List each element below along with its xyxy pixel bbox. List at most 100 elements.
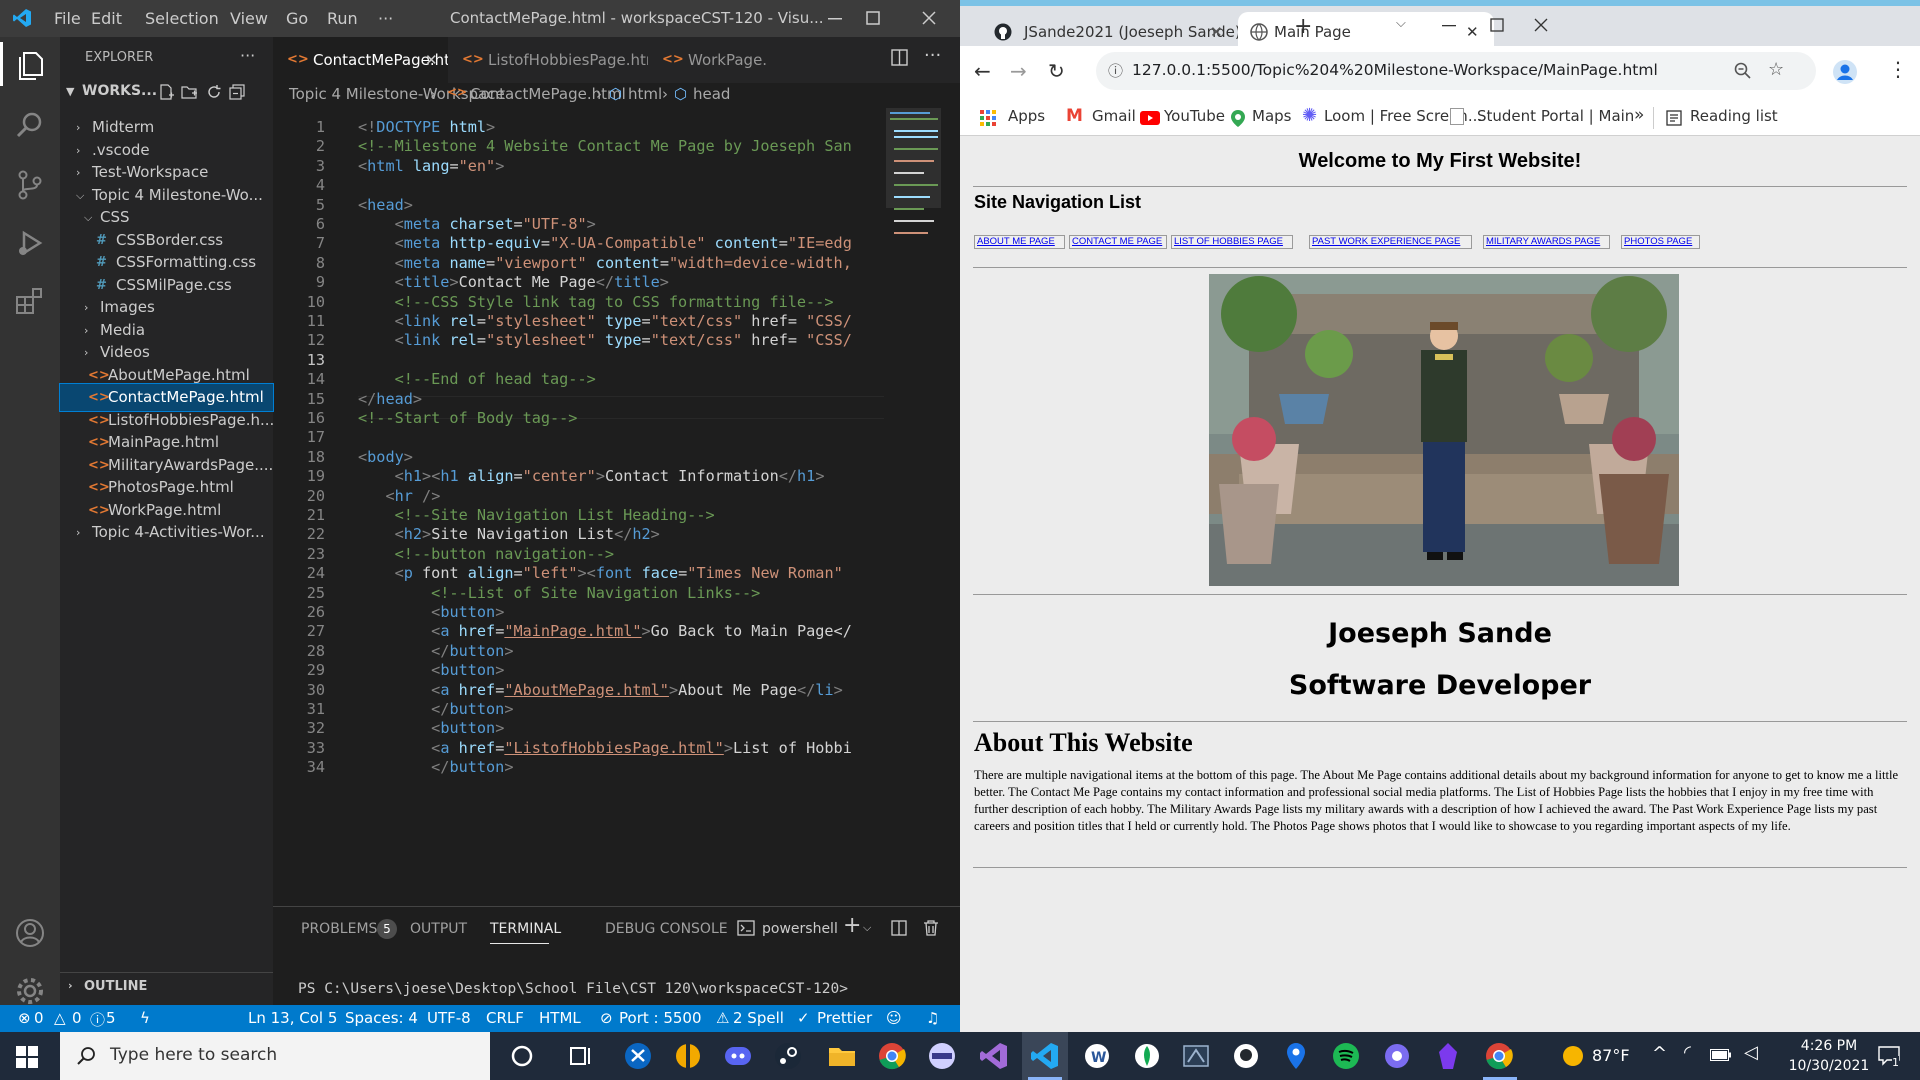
split-editor-icon[interactable] xyxy=(891,49,909,67)
back-icon[interactable]: ← xyxy=(974,59,991,83)
feedback-icon[interactable]: ☺ xyxy=(886,1009,902,1027)
tab-listofhobbiespage[interactable]: <> ListofHobbiesPage.html xyxy=(448,37,648,83)
breadcrumb-html[interactable]: html xyxy=(628,85,662,103)
maps-icon[interactable] xyxy=(1280,1040,1312,1072)
visual-studio-icon[interactable] xyxy=(978,1040,1010,1072)
minimap[interactable] xyxy=(884,108,960,906)
extensions-icon[interactable] xyxy=(14,285,46,317)
tab-output[interactable]: OUTPUT xyxy=(410,921,467,937)
app-icon[interactable] xyxy=(926,1040,958,1072)
shell-selector[interactable]: powershell xyxy=(762,921,838,937)
accounts-icon[interactable] xyxy=(14,917,46,949)
minimize-icon[interactable] xyxy=(828,18,842,20)
discord-icon[interactable] xyxy=(722,1040,754,1072)
breadcrumb-head[interactable]: head xyxy=(693,85,730,103)
menu-go[interactable]: Go xyxy=(286,9,308,28)
address-bar[interactable]: ⓘ 127.0.0.1:5500/Topic%204%20Milestone-W… xyxy=(1096,52,1816,90)
reload-icon[interactable]: ↻ xyxy=(1048,59,1065,83)
bookmark-youtube[interactable]: YouTube xyxy=(1164,107,1225,125)
mongodb-icon[interactable] xyxy=(1131,1040,1163,1072)
tab-workpage[interactable]: <> WorkPage.htr xyxy=(648,37,766,83)
clock-date[interactable]: 10/30/2021 xyxy=(1784,1058,1874,1074)
minimize-icon[interactable] xyxy=(1442,25,1456,27)
cortana-icon[interactable] xyxy=(506,1040,538,1072)
bookmark-student-portal[interactable]: Student Portal | Main xyxy=(1477,107,1634,125)
weather-temperature[interactable]: 87°F xyxy=(1592,1046,1630,1065)
live-server-port[interactable]: Port : 5500 xyxy=(619,1009,702,1027)
close-window-icon[interactable] xyxy=(1534,18,1548,32)
close-icon[interactable]: ✕ xyxy=(1210,23,1223,41)
indentation[interactable]: Spaces: 4 xyxy=(345,1009,418,1027)
nav-photos-button[interactable]: PHOTOS PAGE xyxy=(1621,235,1700,249)
nav-military-awards-button[interactable]: MILITARY AWARDS PAGE xyxy=(1483,235,1610,249)
close-icon[interactable]: ✕ xyxy=(425,37,438,83)
volume-icon[interactable]: ◁ xyxy=(1744,1042,1758,1063)
menu-kebab-icon[interactable]: ⋮ xyxy=(1888,57,1908,81)
lightning-icon[interactable]: ϟ xyxy=(140,1009,150,1027)
forward-icon[interactable]: → xyxy=(1010,59,1027,83)
bookmark-star-icon[interactable]: ☆ xyxy=(1768,59,1784,80)
battery-icon[interactable] xyxy=(1710,1049,1732,1061)
tree-folder[interactable]: › Topic 4-Activities-Wor... xyxy=(60,519,273,546)
terminal-prompt[interactable]: PS C:\Users\joese\Desktop\School File\CS… xyxy=(298,981,848,997)
tab-debug-console[interactable]: DEBUG CONSOLE xyxy=(605,921,728,937)
nav-contact-me-button[interactable]: CONTACT ME PAGE xyxy=(1069,235,1167,249)
breadcrumb-file[interactable]: ContactMePage.html xyxy=(470,85,626,103)
minimap-slider[interactable] xyxy=(886,108,941,208)
tab-terminal[interactable]: TERMINAL xyxy=(490,921,561,937)
bookmark-maps[interactable]: Maps xyxy=(1252,107,1291,125)
language-mode[interactable]: HTML xyxy=(539,1009,581,1027)
maximize-icon[interactable] xyxy=(866,11,880,25)
tab-problems[interactable]: PROBLEMS xyxy=(301,921,377,937)
app-icon[interactable] xyxy=(1180,1040,1212,1072)
errors-count[interactable]: 0 xyxy=(34,1009,44,1027)
zoom-icon[interactable] xyxy=(1734,62,1752,80)
app-icon[interactable] xyxy=(1381,1040,1413,1072)
more-bookmarks-icon[interactable]: » xyxy=(1634,105,1644,125)
nav-hobbies-button[interactable]: LIST OF HOBBIES PAGE xyxy=(1171,235,1293,249)
port-status-icon[interactable]: ⊘ xyxy=(600,1009,613,1027)
errors-icon[interactable]: ⊗ xyxy=(18,1009,31,1027)
outline-section[interactable]: › OUTLINE xyxy=(60,972,273,1000)
bell-icon[interactable]: ♫ xyxy=(926,1009,939,1027)
steam-icon[interactable] xyxy=(772,1040,804,1072)
menu-edit[interactable]: Edit xyxy=(91,9,122,28)
spotify-icon[interactable] xyxy=(1330,1040,1362,1072)
new-tab-icon[interactable]: + xyxy=(1294,14,1312,39)
maximize-icon[interactable] xyxy=(1490,18,1504,32)
app-icon[interactable] xyxy=(672,1040,704,1072)
obsidian-icon[interactable] xyxy=(1432,1040,1464,1072)
code-editor[interactable]: 1 <!DOCTYPE html> 2 <!--Milestone 4 Website… xyxy=(273,108,884,906)
check-icon[interactable]: ✓ xyxy=(797,1009,810,1027)
chrome-icon[interactable] xyxy=(876,1040,908,1072)
menu-file[interactable]: File xyxy=(54,9,81,28)
taskbar-search-box[interactable]: Type here to search xyxy=(60,1032,490,1080)
chevron-down-icon[interactable]: ⌵ xyxy=(863,921,871,935)
warnings-count[interactable]: 0 xyxy=(72,1009,82,1027)
bookmark-apps[interactable]: Apps xyxy=(1008,107,1045,125)
tab-search-icon[interactable]: ⌵ xyxy=(1396,16,1406,31)
cursor-position[interactable]: Ln 13, Col 5 xyxy=(248,1009,337,1027)
tab-contactmepage[interactable]: <> ContactMePage.html ✕ xyxy=(273,37,448,83)
nav-work-experience-button[interactable]: PAST WORK EXPERIENCE PAGE xyxy=(1309,235,1472,249)
clock-time[interactable]: 4:26 PM xyxy=(1790,1038,1868,1054)
nav-about-me-button[interactable]: ABOUT ME PAGE xyxy=(974,235,1065,249)
chrome-icon[interactable] xyxy=(1483,1040,1515,1072)
vscode-icon[interactable] xyxy=(1029,1040,1061,1072)
windows-start-icon[interactable] xyxy=(16,1046,38,1068)
chevron-up-icon[interactable]: ^ xyxy=(1652,1043,1667,1064)
weather-sun-icon[interactable] xyxy=(1562,1045,1584,1067)
add-terminal-icon[interactable]: + xyxy=(843,913,861,938)
warning-icon[interactable]: ⚠ xyxy=(716,1009,729,1027)
split-terminal-icon[interactable] xyxy=(891,920,908,937)
trash-icon[interactable] xyxy=(923,919,939,937)
gear-icon[interactable] xyxy=(14,975,46,1007)
profile-avatar-icon[interactable] xyxy=(1832,59,1858,85)
spell-check[interactable]: 2 Spell xyxy=(733,1009,784,1027)
close-icon[interactable]: ✕ xyxy=(1466,23,1479,41)
word-icon[interactable]: W xyxy=(1081,1040,1113,1072)
source-control-icon[interactable] xyxy=(14,169,46,201)
explorer-icon[interactable] xyxy=(14,49,46,81)
file-explorer-icon[interactable] xyxy=(826,1040,858,1072)
url-text[interactable]: 127.0.0.1:5500/Topic%204%20Milestone-Wor… xyxy=(1132,61,1658,79)
